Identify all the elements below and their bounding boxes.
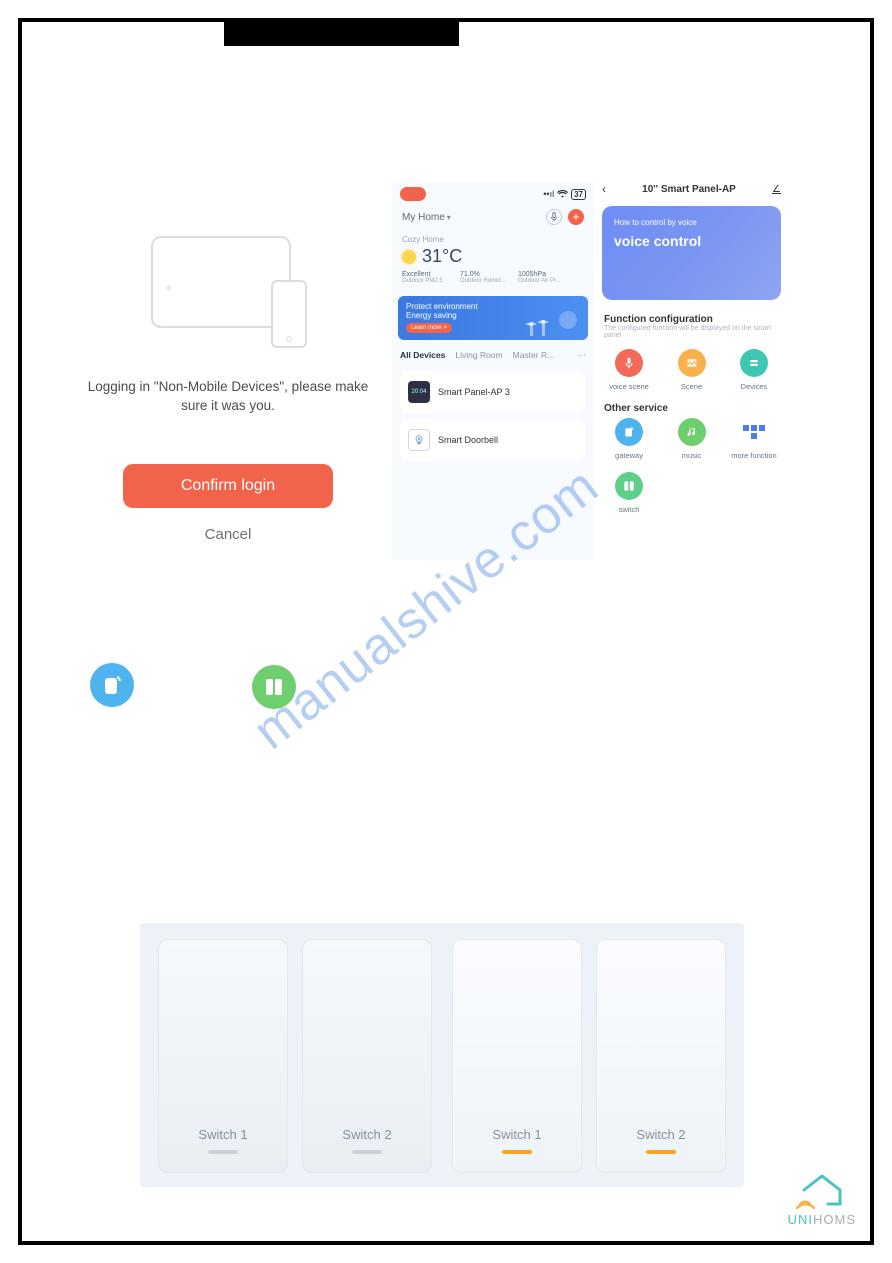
func-scene[interactable]: Scene <box>667 349 717 391</box>
status-bar: ••ıl 37 <box>543 189 586 200</box>
section-title: Function configuration <box>594 310 789 325</box>
status-pill <box>400 187 426 201</box>
section-title: Other service <box>594 399 789 414</box>
switch-1-on[interactable]: Switch 1 <box>452 939 582 1173</box>
wifi-icon <box>557 189 568 200</box>
learn-more-button[interactable]: Learn more > <box>406 323 452 333</box>
switch-icon <box>615 472 643 500</box>
banner-decoration <box>524 302 584 338</box>
devices-icon <box>740 349 768 377</box>
panel-config-screenshot: ‹ 10'' Smart Panel-AP ∠ How to control b… <box>594 176 789 558</box>
back-button[interactable]: ‹ <box>602 182 606 196</box>
mic-icon <box>615 349 643 377</box>
gateway-icon <box>615 418 643 446</box>
add-button[interactable]: + <box>568 209 584 225</box>
gateway-icon <box>90 663 134 707</box>
switch-group-on: Switch 1 Switch 2 <box>452 939 726 1171</box>
confirm-login-button[interactable]: Confirm login <box>123 464 333 508</box>
tab-living-room[interactable]: Living Room <box>455 350 502 361</box>
switch-visual-panel: Switch 1 Switch 2 Switch 1 Switch 2 <box>140 923 744 1187</box>
music-icon <box>678 418 706 446</box>
cancel-button[interactable]: Cancel <box>76 526 380 543</box>
device-row[interactable]: 20:04 Smart Panel-AP 3 <box>400 371 586 413</box>
switch-2-on[interactable]: Switch 2 <box>596 939 726 1173</box>
tab-all-devices[interactable]: All Devices <box>400 350 445 361</box>
tab-master[interactable]: Master R... <box>513 350 555 361</box>
doorbell-icon <box>408 429 430 451</box>
tabs-more-icon[interactable]: ⋯ <box>578 350 587 361</box>
svc-switch[interactable]: switch <box>604 472 654 514</box>
device-name: Smart Panel-AP 3 <box>438 387 510 397</box>
page-title: 10'' Smart Panel-AP <box>642 184 736 195</box>
frame-notch <box>224 18 459 46</box>
temperature: 31°C <box>422 246 462 267</box>
func-devices[interactable]: Devices <box>729 349 779 391</box>
devices-illustration <box>143 230 313 350</box>
promo-banner[interactable]: Protect environment Energy saving Learn … <box>398 296 588 340</box>
unihoms-logo: UNIHOMS <box>788 1168 856 1227</box>
login-message: Logging in "Non-Mobile Devices", please … <box>76 378 380 416</box>
battery-level: 37 <box>571 189 586 200</box>
voice-control-card[interactable]: How to control by voice voice control <box>602 206 781 300</box>
home-selector[interactable]: My Home▾ <box>402 212 451 223</box>
edit-button[interactable]: ∠ <box>772 184 781 195</box>
switch-icon <box>252 665 296 709</box>
weather-location: Cozy Home <box>402 235 584 244</box>
app-home-screenshot: ••ıl 37 My Home▾ + Cozy Home 31°C Excell… <box>392 182 594 560</box>
smart-panel-icon: 20:04 <box>408 381 430 403</box>
device-name: Smart Doorbell <box>438 435 498 445</box>
weather-stats: ExcellentOutdoor PM2.5 71.0%Outdoor Humi… <box>402 271 584 284</box>
section-subtitle: The configured function will be displaye… <box>594 325 789 345</box>
func-voice-scene[interactable]: voice scene <box>604 349 654 391</box>
grid-icon <box>740 418 768 446</box>
device-row[interactable]: Smart Doorbell <box>400 419 586 461</box>
sun-icon <box>402 250 416 264</box>
switch-group-off: Switch 1 Switch 2 <box>158 939 432 1171</box>
switch-2-off[interactable]: Switch 2 <box>302 939 432 1173</box>
switch-1-off[interactable]: Switch 1 <box>158 939 288 1173</box>
phone-icon <box>271 280 307 348</box>
house-icon <box>794 1168 850 1210</box>
login-dialog: Logging in "Non-Mobile Devices", please … <box>76 230 380 543</box>
svc-music[interactable]: music <box>667 418 717 460</box>
signal-icon: ••ıl <box>543 189 554 199</box>
svc-gateway[interactable]: gateway <box>604 418 654 460</box>
scene-icon <box>678 349 706 377</box>
voice-button[interactable] <box>546 209 562 225</box>
svc-more[interactable]: more function <box>729 418 779 460</box>
chevron-down-icon: ▾ <box>447 213 451 222</box>
tablet-icon <box>151 236 291 328</box>
